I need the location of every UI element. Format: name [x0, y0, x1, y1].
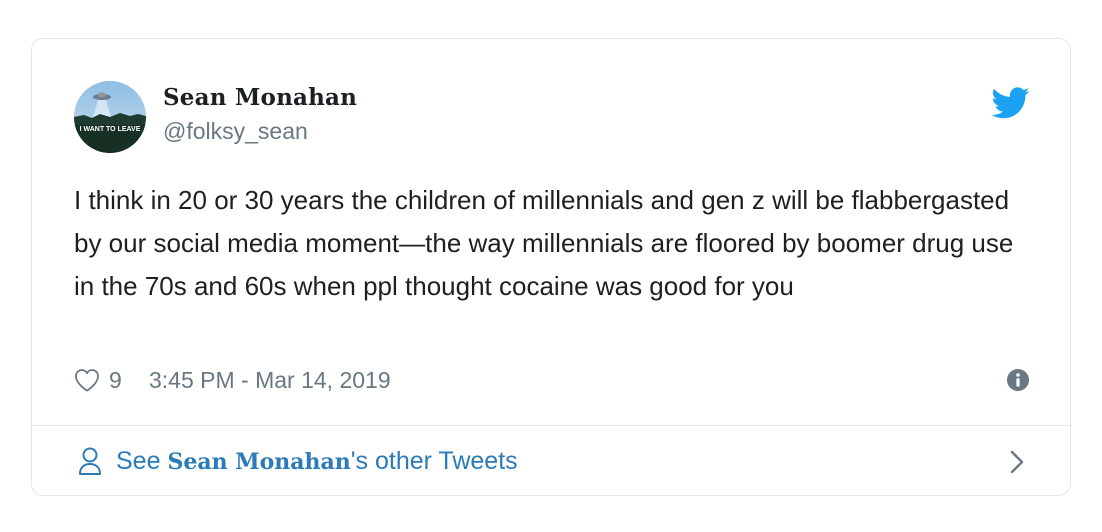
like-button[interactable]: 9 — [74, 363, 122, 397]
embedded-tweet-card: I WANT TO LEAVE Sean Monahan @folksy_sea… — [31, 38, 1071, 496]
avatar-caption: I WANT TO LEAVE — [80, 126, 141, 133]
twitter-bird-icon[interactable] — [992, 87, 1030, 119]
tweet-text: I think in 20 or 30 years the children o… — [74, 185, 1014, 301]
see-other-tweets-link[interactable]: See Sean Monahan's other Tweets — [32, 426, 1070, 495]
author-display-name[interactable]: Sean Monahan — [163, 81, 357, 115]
author-handle[interactable]: @folksy_sean — [163, 115, 357, 147]
tweet-timestamp[interactable]: 3:45 PM - Mar 14, 2019 — [149, 363, 391, 397]
avatar[interactable]: I WANT TO LEAVE — [74, 81, 146, 153]
heart-icon — [75, 369, 99, 392]
info-icon[interactable] — [1006, 368, 1030, 392]
like-count: 9 — [109, 367, 122, 393]
tweet-header: I WANT TO LEAVE Sean Monahan @folksy_sea… — [74, 81, 1030, 157]
see-other-tweets-text[interactable]: See Sean Monahan's other Tweets — [116, 444, 518, 479]
person-icon — [79, 447, 101, 475]
tweet-meta: 9 3:45 PM - Mar 14, 2019 — [74, 363, 1030, 397]
footer-suffix: 's other Tweets — [350, 447, 518, 475]
chevron-right-icon[interactable] — [1008, 448, 1026, 476]
footer-prefix: See — [116, 447, 168, 475]
footer-author-name: Sean Monahan — [167, 449, 351, 475]
avatar-image: I WANT TO LEAVE — [74, 81, 146, 153]
author-names[interactable]: Sean Monahan @folksy_sean — [163, 81, 357, 147]
